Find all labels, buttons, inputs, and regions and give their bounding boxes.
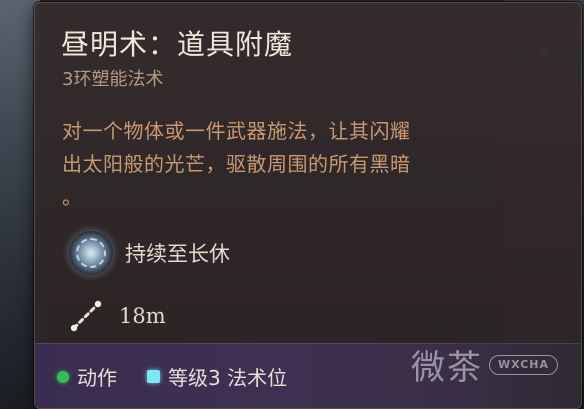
duration-label: 持续至长休 [125, 242, 230, 266]
duration-row: 持续至长休 [69, 231, 230, 275]
spell-description: 对一个物体或一件武器施法，让其闪耀 出太阳般的光芒，驱散周围的所有黑暗 。 [62, 115, 507, 214]
spell-level-school: 3环塑能法术 [62, 69, 164, 90]
action-dot-icon [57, 370, 69, 383]
description-line: 对一个物体或一件武器施法，让其闪耀 [62, 119, 411, 143]
description-line: 。 [62, 185, 83, 209]
action-cost: 动作 [57, 362, 117, 391]
watermark-badge: WXCHA [488, 354, 558, 375]
watermark-text: 微茶 [410, 348, 483, 388]
range-icon [69, 299, 103, 333]
spell-slot-label: 等级3 法术位 [168, 366, 288, 390]
long-rest-icon [69, 231, 113, 275]
spell-slot-cost: 等级3 法术位 [147, 362, 287, 391]
watermark: 微茶 WXCHA [411, 340, 558, 389]
description-line: 出太阳般的光芒，驱散周围的所有黑暗 [62, 152, 411, 176]
spell-slot-icon [147, 370, 160, 383]
action-label: 动作 [77, 366, 117, 390]
range-row: 18m [69, 299, 166, 333]
range-label: 18m [119, 304, 166, 328]
spell-name: 昼明术：道具附魔 [61, 28, 294, 61]
